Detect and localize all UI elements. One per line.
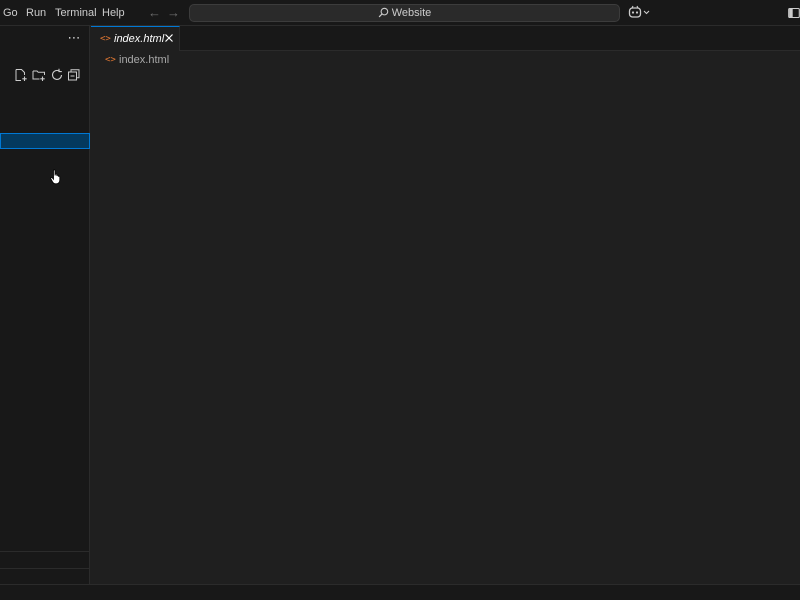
html-file-icon: <> [105, 55, 116, 65]
menu-help[interactable]: Help [102, 0, 125, 26]
layout-sidebar-icon [788, 7, 800, 19]
menu-run[interactable]: Run [26, 0, 46, 26]
new-file-icon [15, 69, 27, 81]
toggle-sidebar-button[interactable] [788, 7, 800, 19]
sidebar-divider [0, 551, 89, 552]
title-bar: Go Run Terminal Help ← → Website [0, 0, 800, 26]
command-center[interactable]: Website [189, 4, 620, 22]
html-file-icon: <> [100, 34, 111, 44]
tab-index-html[interactable]: <> index.html [91, 26, 180, 51]
close-icon[interactable] [163, 32, 175, 44]
arrow-right-icon[interactable]: → [167, 0, 180, 26]
collapse-all-button[interactable] [67, 68, 81, 82]
refresh-icon [51, 68, 63, 80]
ellipsis-icon[interactable]: ⋯ [66, 30, 82, 46]
copilot-button[interactable] [628, 5, 652, 21]
breadcrumb-item-index-html[interactable]: index.html [119, 54, 169, 66]
command-center-text: Website [391, 7, 432, 19]
selected-tree-item[interactable] [0, 133, 90, 149]
refresh-button[interactable] [50, 68, 64, 82]
editor-tab-bar: <> index.html [91, 26, 800, 51]
menu-go[interactable]: Go [3, 0, 18, 26]
editor-area[interactable] [91, 69, 800, 584]
search-icon [378, 7, 388, 18]
copilot-icon [628, 5, 650, 18]
menu-terminal[interactable]: Terminal [55, 0, 97, 26]
arrow-left-icon[interactable]: ← [148, 0, 161, 26]
sidebar-divider [0, 568, 89, 569]
hand-cursor-icon [50, 169, 62, 185]
breadcrumb: <> index.html [91, 51, 800, 69]
collapse-all-icon [68, 69, 80, 81]
new-file-button[interactable] [14, 68, 28, 82]
new-folder-button[interactable] [32, 68, 46, 82]
status-bar [0, 584, 800, 600]
explorer-sidebar: ⋯ [0, 26, 90, 584]
new-folder-icon [32, 70, 45, 81]
tab-label: index.html [114, 33, 165, 45]
